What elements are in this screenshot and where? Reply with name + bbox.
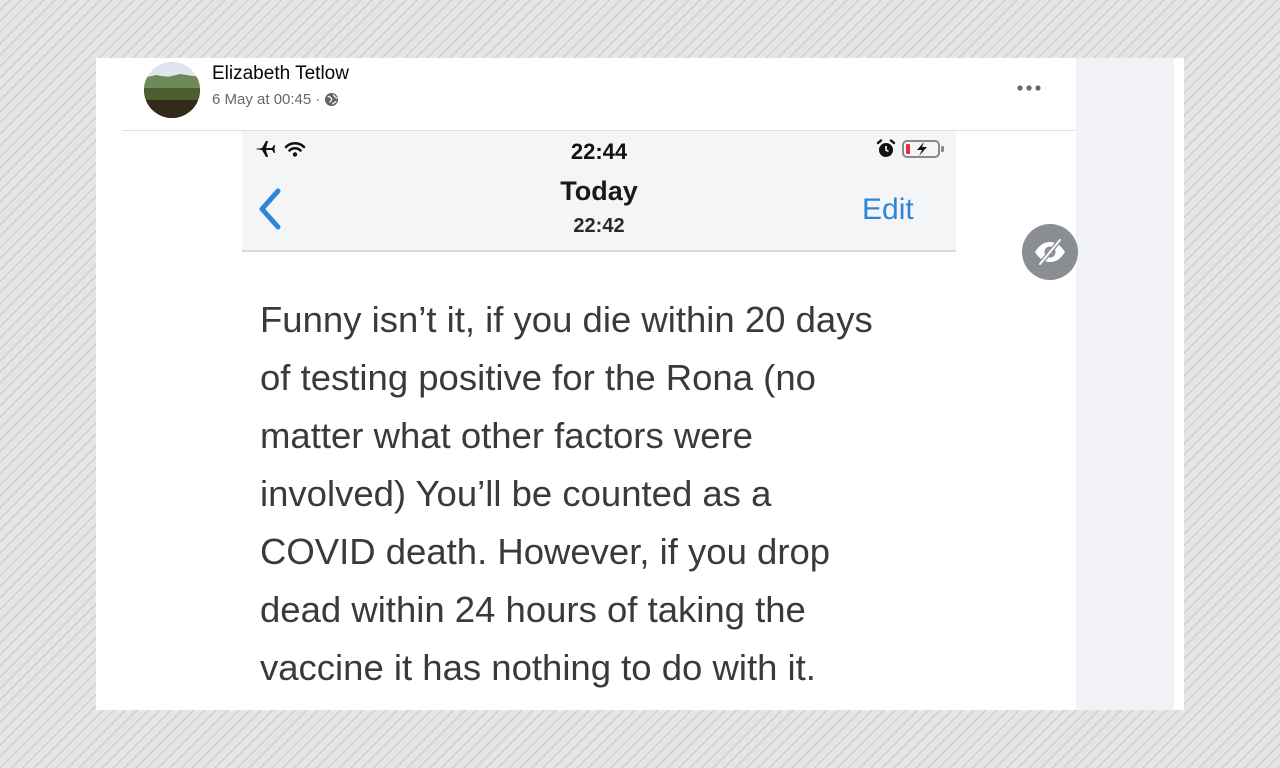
- author-name[interactable]: Elizabeth Tetlow: [212, 63, 349, 85]
- post-meta: 6 May at 00:45 ·: [212, 91, 339, 108]
- post-timestamp[interactable]: 6 May at 00:45 ·: [212, 91, 320, 108]
- nav-subtitle: 22:42: [573, 215, 625, 237]
- post-header: Elizabeth Tetlow 6 May at 00:45 ·: [122, 58, 1075, 131]
- globe-icon[interactable]: [324, 92, 339, 107]
- post-body: 22:44 Today 22:42 Edit Funny isn’t it, i…: [122, 131, 1078, 710]
- more-options-button[interactable]: [1012, 76, 1046, 100]
- ios-header-bar: 22:44 Today 22:42 Edit: [242, 131, 956, 252]
- nav-title: Today: [560, 176, 638, 206]
- author-avatar[interactable]: [144, 62, 200, 118]
- facebook-post-frame: Elizabeth Tetlow 6 May at 00:45 · 22:44 …: [96, 58, 1184, 710]
- more-options-icon: [1017, 85, 1041, 91]
- status-time: 22:44: [570, 139, 628, 164]
- eye-slash-icon: [1035, 238, 1065, 266]
- right-side-panel: [1076, 58, 1174, 710]
- battery-low-icon: [902, 140, 944, 158]
- hide-content-button[interactable]: [1022, 224, 1078, 280]
- feed-left-margin: [96, 58, 123, 710]
- status-bar-right: [876, 139, 946, 159]
- edit-button[interactable]: Edit: [862, 193, 914, 227]
- note-body-text: Funny isn’t it, if you die within 20 day…: [260, 299, 873, 688]
- phone-screenshot-image[interactable]: 22:44 Today 22:42 Edit Funny isn’t it, i…: [242, 131, 956, 710]
- alarm-icon: [876, 139, 896, 157]
